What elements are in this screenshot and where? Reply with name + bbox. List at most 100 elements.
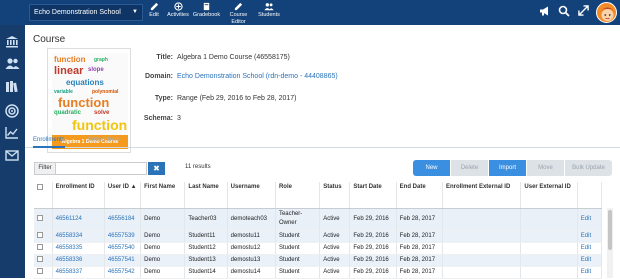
delete-button[interactable]: Delete <box>451 160 488 176</box>
bulk-update-button[interactable]: Bulk Update <box>565 160 612 176</box>
user-external-id-cell <box>520 230 578 243</box>
book-icon <box>203 2 210 11</box>
edit-link[interactable]: Edit <box>577 242 603 255</box>
user-external-id-cell <box>520 266 578 279</box>
schema-field: Schema: 3 <box>105 115 181 122</box>
table-row[interactable]: 46558337 46557542 Demo Student14 demostu… <box>34 266 603 279</box>
user-id-link[interactable]: 46557539 <box>104 230 142 243</box>
select-all-checkbox[interactable] <box>37 184 43 190</box>
type-field: Type: Range (Feb 29, 2016 to Feb 28, 2017… <box>105 95 297 102</box>
column-header[interactable]: Start Date <box>349 182 397 209</box>
username-cell: demostu14 <box>227 266 276 279</box>
import-button[interactable]: Import <box>489 160 526 176</box>
megaphone-icon[interactable] <box>539 5 551 17</box>
row-checkbox[interactable] <box>37 231 43 238</box>
target-icon[interactable] <box>5 104 19 118</box>
activities-tool-button[interactable]: Activities <box>165 2 191 19</box>
edit-tool-button[interactable]: Edit <box>147 2 161 19</box>
username-cell: demostu12 <box>227 242 276 255</box>
start-date-cell: Feb 29, 2016 <box>349 242 397 255</box>
enrollment-id-link[interactable]: 46558334 <box>52 230 105 243</box>
edit-link[interactable]: Edit <box>577 254 603 267</box>
row-select-cell <box>34 208 53 231</box>
edit-link[interactable]: Edit <box>577 230 603 243</box>
table-row[interactable]: 46558336 46557541 Demo Student13 demostu… <box>34 254 603 267</box>
title-value: Algebra 1 Demo Course (46558175) <box>177 54 290 61</box>
scrollbar-thumb[interactable] <box>608 210 612 250</box>
school-selector[interactable]: Echo Demonstration School ▼ <box>29 4 143 21</box>
move-button[interactable]: Move <box>527 160 564 176</box>
user-id-link[interactable]: 46557541 <box>104 254 142 267</box>
users-icon <box>264 3 274 11</box>
row-select-cell <box>34 254 53 267</box>
column-header[interactable]: User External ID <box>520 182 578 209</box>
role-cell: Teacher-Owner <box>275 208 321 231</box>
enrollment-external-id-cell <box>442 208 522 231</box>
column-header[interactable]: Enrollment External ID <box>442 182 522 209</box>
domain-link[interactable]: Echo Demonstration School (rdn-demo - 44… <box>177 73 338 80</box>
user-id-link[interactable]: 46556184 <box>104 208 142 231</box>
institution-icon[interactable] <box>5 35 19 48</box>
last-name-cell: Student14 <box>184 266 228 279</box>
edit-link[interactable]: Edit <box>577 266 603 279</box>
row-checkbox[interactable] <box>37 243 43 250</box>
column-header[interactable]: Enrollment ID <box>52 182 105 209</box>
clear-filter-button[interactable]: ✖ <box>148 162 165 175</box>
users-icon[interactable] <box>5 57 20 70</box>
enrollment-external-id-cell <box>442 230 522 243</box>
column-header[interactable]: Username <box>227 182 276 209</box>
pencil-icon <box>234 2 243 11</box>
search-icon[interactable] <box>558 5 570 17</box>
activities-tool-label: Activities <box>167 12 189 18</box>
table-row[interactable]: 46558334 46557539 Demo Student11 demostu… <box>34 230 603 243</box>
chevron-down-icon: ▼ <box>132 9 138 15</box>
row-checkbox[interactable] <box>37 255 43 262</box>
column-header[interactable]: Status <box>319 182 351 209</box>
user-external-id-cell <box>520 254 578 267</box>
enrollment-id-link[interactable]: 46558336 <box>52 254 105 267</box>
column-header[interactable]: First Name <box>140 182 186 209</box>
user-id-link[interactable]: 46557542 <box>104 266 142 279</box>
table-header-row: Enrollment ID User ID ▲ First Name Last … <box>34 182 603 209</box>
domain-field: Domain: Echo Demonstration School (rdn-de… <box>105 73 338 80</box>
course-editor-tool-label: Course Editor <box>229 12 248 25</box>
column-header <box>577 182 603 209</box>
students-tool-button[interactable]: Students <box>257 2 281 19</box>
filter-input[interactable] <box>56 162 147 175</box>
new-button[interactable]: New <box>413 160 450 176</box>
tab-enrollments[interactable]: Enrollments <box>33 137 65 148</box>
title-field: Title: Algebra 1 Demo Course (46558175) <box>105 54 290 61</box>
edit-link[interactable]: Edit <box>577 208 603 231</box>
user-id-link[interactable]: 46557540 <box>104 242 142 255</box>
start-date-cell: Feb 29, 2016 <box>349 230 397 243</box>
enrollment-id-link[interactable]: 46558335 <box>52 242 105 255</box>
user-avatar[interactable] <box>596 2 617 23</box>
end-date-cell: Feb 28, 2017 <box>396 242 443 255</box>
course-editor-tool-button[interactable]: Course Editor <box>222 2 255 26</box>
table-row[interactable]: 46561124 46556184 Demo Teacher03 demotea… <box>34 208 603 231</box>
books-icon[interactable] <box>5 80 19 93</box>
schema-value: 3 <box>177 115 181 122</box>
tab-subscribers[interactable]: Subscribers <box>88 137 120 143</box>
row-select-cell <box>34 230 53 243</box>
start-date-cell: Feb 29, 2016 <box>349 208 397 231</box>
column-header[interactable]: Last Name <box>184 182 228 209</box>
column-header[interactable]: End Date <box>396 182 443 209</box>
end-date-cell: Feb 28, 2017 <box>396 266 443 279</box>
table-row[interactable]: 46558335 46557540 Demo Student12 demostu… <box>34 242 603 255</box>
mail-icon[interactable] <box>5 150 19 161</box>
column-header[interactable]: User ID ▲ <box>104 182 142 209</box>
column-header[interactable]: Role <box>275 182 321 209</box>
enrollment-id-link[interactable]: 46561124 <box>52 208 105 231</box>
row-checkbox[interactable] <box>37 214 43 221</box>
row-checkbox[interactable] <box>37 267 43 274</box>
enrollment-id-link[interactable]: 46558337 <box>52 266 105 279</box>
role-cell: Student <box>275 266 321 279</box>
user-external-id-cell <box>520 208 578 231</box>
end-date-cell: Feb 28, 2017 <box>396 208 443 231</box>
chart-icon[interactable] <box>5 126 19 139</box>
action-button-bar: New Delete Import Move Bulk Update <box>413 160 612 176</box>
gradebook-tool-button[interactable]: Gradebook <box>192 2 221 19</box>
expand-icon[interactable] <box>578 5 589 16</box>
table-scrollbar[interactable] <box>607 208 613 278</box>
